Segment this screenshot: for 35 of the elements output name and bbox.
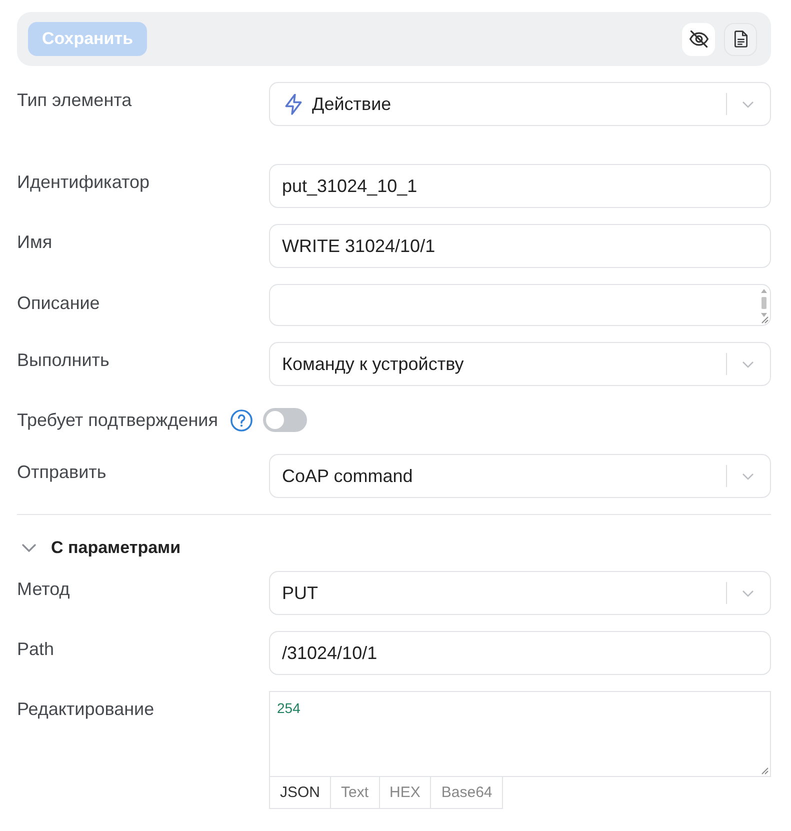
chevron-down-icon — [742, 590, 754, 596]
section-toggle[interactable]: С параметрами — [17, 533, 185, 563]
chevron-down-icon — [742, 472, 754, 480]
resize-grip-icon[interactable] — [761, 316, 769, 324]
dropdown[interactable]: Действие — [269, 82, 771, 126]
scrollbar[interactable] — [760, 288, 768, 318]
help-icon[interactable] — [230, 408, 253, 432]
field-label: Редактирование — [17, 698, 156, 720]
resize-grip-icon[interactable] — [761, 767, 769, 775]
document-button[interactable] — [724, 22, 757, 56]
dropdown[interactable]: CoAP command — [269, 454, 771, 498]
field-label: Имя — [17, 231, 54, 253]
dropdown[interactable]: PUT — [269, 571, 771, 615]
field-label: Выполнить — [17, 349, 110, 371]
format-tab[interactable]: Base64 — [431, 777, 504, 809]
field-label: Отправить — [17, 461, 108, 483]
toggle-switch[interactable] — [262, 408, 307, 432]
field-label: Идентификатор — [17, 171, 151, 193]
dropdown[interactable]: Команду к устройству — [269, 342, 771, 386]
field-label: Требует подтверждения — [17, 410, 218, 430]
text-field[interactable]: /31024/10/1 — [269, 631, 771, 675]
chevron-down-icon — [742, 100, 754, 108]
format-tab[interactable]: Text — [331, 777, 380, 809]
hide-button[interactable] — [682, 22, 715, 56]
format-tab[interactable]: JSON — [269, 777, 332, 809]
code-editor[interactable]: 254 — [269, 691, 771, 777]
field-label: Метод — [17, 578, 71, 600]
text-field[interactable]: WRITE 31024/10/1 — [269, 224, 771, 268]
field-label: Тип элемента — [17, 89, 133, 111]
format-tab[interactable]: HEX — [380, 777, 432, 809]
field-label: Path — [17, 638, 56, 660]
eye-slash-icon — [688, 28, 710, 50]
field-label: Описание — [17, 292, 101, 314]
chevron-down-icon — [742, 360, 754, 368]
text-field[interactable]: put_31024_10_1 — [269, 164, 771, 208]
